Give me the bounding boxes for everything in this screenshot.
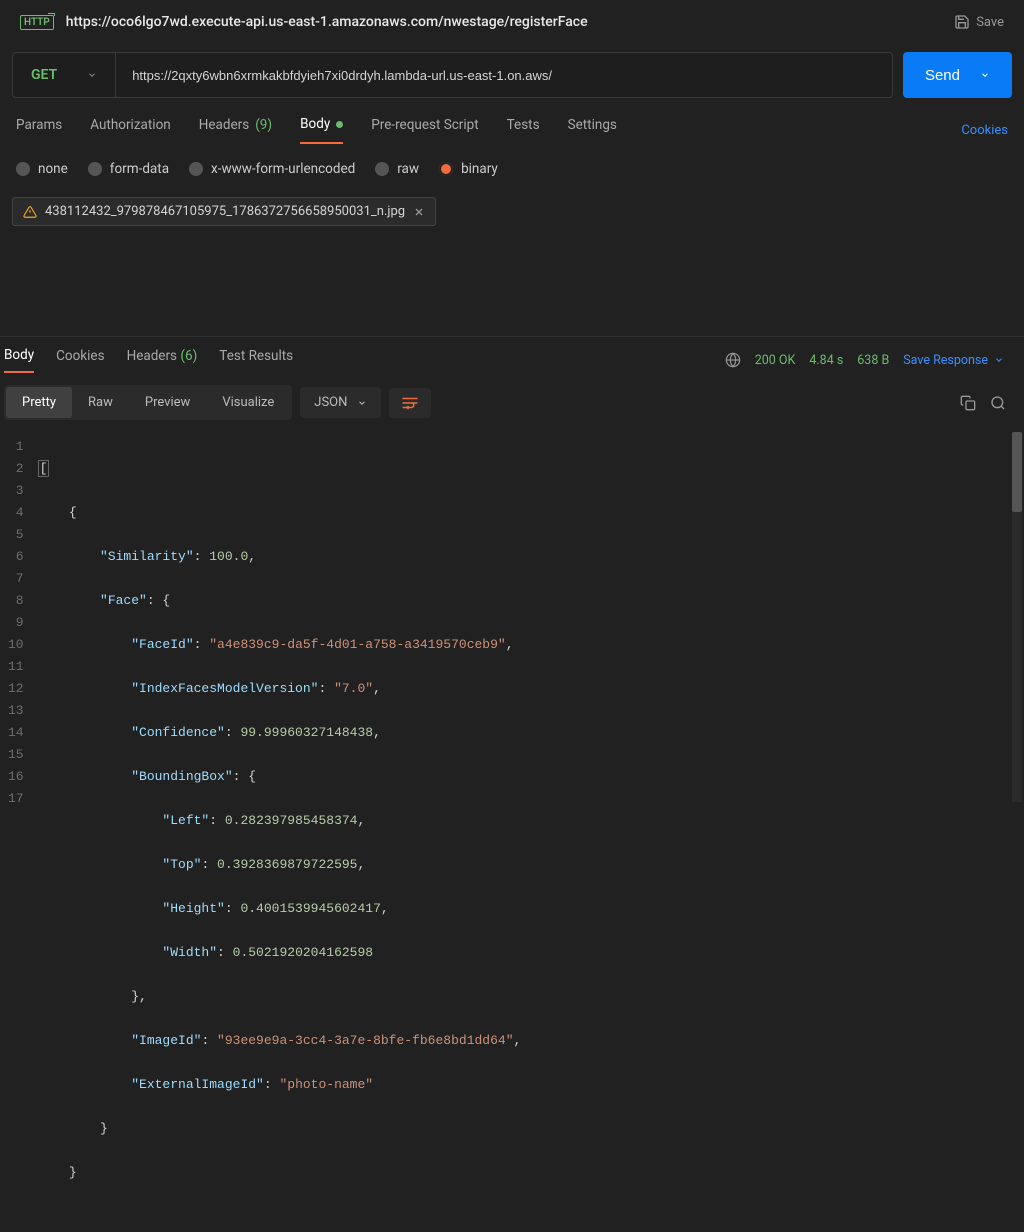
- warning-icon: [23, 205, 37, 219]
- save-label: Save: [976, 15, 1004, 30]
- method-select[interactable]: GET: [13, 53, 116, 97]
- globe-icon[interactable]: [725, 352, 741, 368]
- wrap-icon: [401, 396, 419, 410]
- tab-params[interactable]: Params: [16, 117, 62, 143]
- http-badge-icon: HTTP: [20, 15, 54, 30]
- response-body[interactable]: 1 2 3 4 5 6 7 8 9 10 11 12 13 14 15 16 1…: [0, 432, 1024, 1232]
- line-gutter: 1 2 3 4 5 6 7 8 9 10 11 12 13 14 15 16 1…: [0, 432, 38, 1232]
- tab-settings[interactable]: Settings: [568, 117, 617, 143]
- tab-prerequest[interactable]: Pre-request Script: [371, 117, 478, 143]
- body-type-urlencoded[interactable]: x-www-form-urlencoded: [189, 161, 355, 177]
- format-select[interactable]: JSON: [300, 387, 381, 418]
- resp-tab-body[interactable]: Body: [4, 347, 34, 373]
- close-icon[interactable]: [413, 206, 425, 218]
- body-type-binary[interactable]: binary: [439, 161, 498, 177]
- response-time: 4.84 s: [809, 353, 843, 368]
- send-button[interactable]: Send: [903, 52, 1012, 98]
- status-code: 200 OK: [755, 353, 796, 368]
- response-size: 638 B: [857, 353, 889, 368]
- cookies-link[interactable]: Cookies: [961, 123, 1008, 138]
- resp-tab-testresults[interactable]: Test Results: [219, 348, 293, 372]
- view-visualize[interactable]: Visualize: [206, 387, 290, 418]
- tab-authorization[interactable]: Authorization: [90, 117, 170, 143]
- save-response-button[interactable]: Save Response: [903, 353, 1004, 368]
- scrollbar-thumb[interactable]: [1012, 432, 1022, 512]
- chevron-down-icon: [994, 355, 1004, 365]
- send-label: Send: [925, 67, 960, 84]
- body-type-raw[interactable]: raw: [375, 161, 419, 177]
- url-input[interactable]: [116, 53, 892, 97]
- view-pretty[interactable]: Pretty: [6, 387, 72, 418]
- resp-tab-headers[interactable]: Headers (6): [127, 348, 198, 372]
- chevron-down-icon: [87, 70, 97, 80]
- method-label: GET: [31, 67, 57, 83]
- file-name: 438112432_979878467105975_17863727566589…: [45, 204, 405, 219]
- tab-body[interactable]: Body: [300, 116, 343, 144]
- binary-file-chip[interactable]: 438112432_979878467105975_17863727566589…: [12, 197, 436, 226]
- tab-tests[interactable]: Tests: [507, 117, 540, 143]
- body-type-none[interactable]: none: [16, 161, 68, 177]
- code-content: [ { "Similarity": 100.0, "Face": { "Face…: [38, 432, 522, 1232]
- tab-headers[interactable]: Headers (9): [199, 117, 272, 143]
- save-icon: [954, 14, 970, 30]
- view-preview[interactable]: Preview: [129, 387, 206, 418]
- save-button[interactable]: Save: [954, 14, 1004, 30]
- dot-indicator-icon: [336, 121, 343, 128]
- view-raw[interactable]: Raw: [72, 387, 129, 418]
- wrap-lines-button[interactable]: [389, 388, 431, 418]
- chevron-down-icon: [357, 398, 367, 408]
- request-title: https://oco6lgo7wd.execute-api.us-east-1…: [66, 14, 942, 30]
- resp-tab-cookies[interactable]: Cookies: [56, 348, 104, 372]
- chevron-down-icon: [980, 70, 990, 80]
- copy-icon[interactable]: [960, 395, 976, 411]
- body-type-formdata[interactable]: form-data: [88, 161, 169, 177]
- search-icon[interactable]: [990, 395, 1006, 411]
